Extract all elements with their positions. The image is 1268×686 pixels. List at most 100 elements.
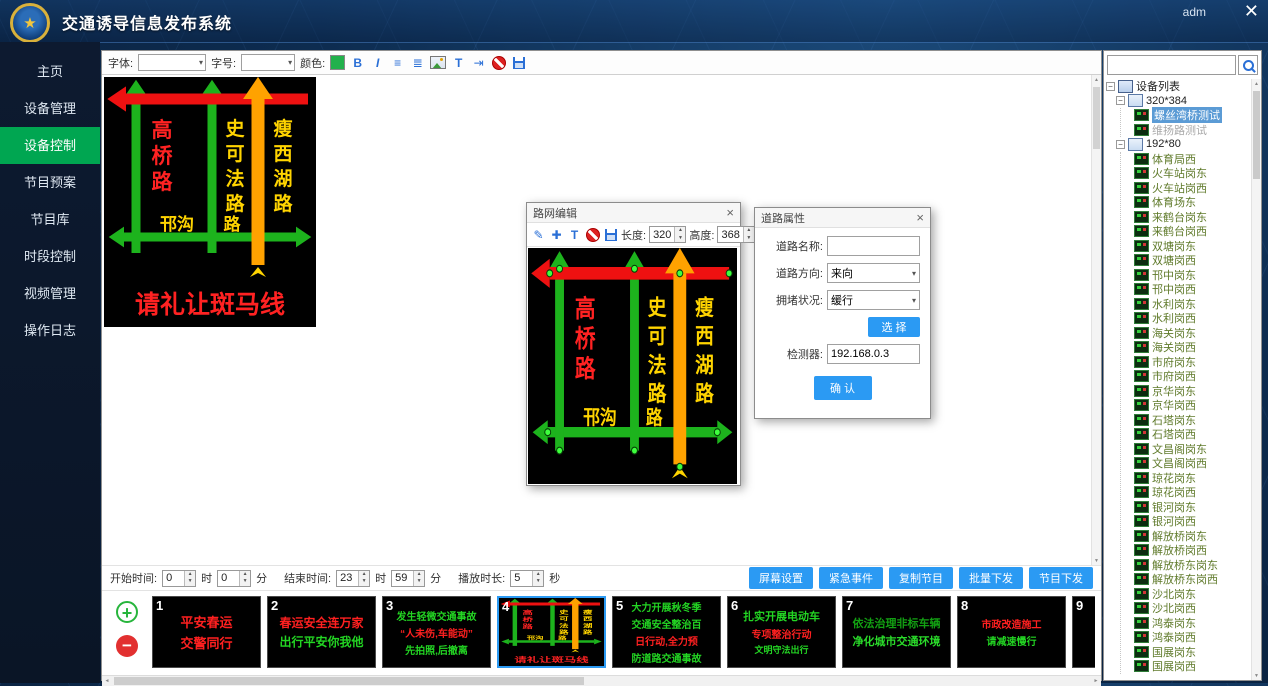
spinner-up-icon[interactable]: ▲ xyxy=(359,571,369,579)
dialog-titlebar[interactable]: 道路属性 × xyxy=(755,208,930,228)
save-icon[interactable] xyxy=(511,55,526,70)
add-program-button[interactable]: + xyxy=(116,601,138,623)
window-close-icon[interactable]: ✕ xyxy=(1244,2,1259,20)
sign-preview[interactable]: 高桥路史可法路瘦西湖路邗沟路请礼让斑马线 xyxy=(104,77,316,327)
sidebar-item-device-control[interactable]: 设备控制 xyxy=(0,127,100,164)
length-stepper[interactable]: 320 ▲▼ xyxy=(649,226,686,243)
spinner-up-icon[interactable]: ▲ xyxy=(744,227,754,235)
spinner-up-icon[interactable]: ▲ xyxy=(185,571,195,579)
tree-device-沙北岗东[interactable]: 沙北岗东 xyxy=(1134,587,1251,602)
spinner-down-icon[interactable]: ▼ xyxy=(359,578,369,586)
spinner-down-icon[interactable]: ▼ xyxy=(240,578,250,586)
horizontal-scrollbar[interactable]: ◄ ► xyxy=(102,675,1101,686)
draw-line-icon[interactable]: ✎ xyxy=(531,227,546,242)
road-editor-canvas[interactable]: 高桥路史可法路瘦西湖路邗沟路 xyxy=(528,248,737,484)
copy-program-button[interactable]: 复制节目 xyxy=(889,567,953,589)
tree-device-螺丝湾桥测试[interactable]: 螺丝湾桥测试 xyxy=(1134,108,1251,123)
spinner-up-icon[interactable]: ▲ xyxy=(675,227,685,235)
color-swatch[interactable] xyxy=(330,55,345,70)
italic-icon[interactable]: I xyxy=(370,55,385,70)
tree-device-海关岗西[interactable]: 海关岗西 xyxy=(1134,340,1251,355)
tree-device-邗中岗西[interactable]: 邗中岗西 xyxy=(1134,282,1251,297)
end-minute-stepper[interactable]: 59 ▲▼ xyxy=(391,570,425,587)
scroll-left-icon[interactable]: ◄ xyxy=(102,676,112,686)
program-thumb-3[interactable]: 发生轻微交通事故“人未伤,车能动”先拍照,后撤离3 xyxy=(382,596,491,668)
tree-device-解放桥东岗东[interactable]: 解放桥东岗东 xyxy=(1134,558,1251,573)
program-thumb-7[interactable]: 依法治理非标车辆净化城市交通环境7 xyxy=(842,596,951,668)
move-icon[interactable]: ✚ xyxy=(549,227,564,242)
tree-device-来鹤台岗西[interactable]: 来鹤台岗西 xyxy=(1134,224,1251,239)
program-thumb-2[interactable]: 春运安全连万家出行平安你我他2 xyxy=(267,596,376,668)
scrollbar-thumb[interactable] xyxy=(114,677,584,685)
tree-device-双塘岗西[interactable]: 双塘岗西 xyxy=(1134,253,1251,268)
spinner-up-icon[interactable]: ▲ xyxy=(414,571,424,579)
tree-device-京华岗西[interactable]: 京华岗西 xyxy=(1134,398,1251,413)
tree-device-火车站岗西[interactable]: 火车站岗西 xyxy=(1134,181,1251,196)
batch-send-button[interactable]: 批量下发 xyxy=(959,567,1023,589)
spinner-down-icon[interactable]: ▼ xyxy=(744,235,754,243)
tree-device-文昌阁岗西[interactable]: 文昌阁岗西 xyxy=(1134,456,1251,471)
tree-device-水利岗西[interactable]: 水利岗西 xyxy=(1134,311,1251,326)
search-button[interactable] xyxy=(1238,55,1258,75)
start-hour-stepper[interactable]: 0 ▲▼ xyxy=(162,570,196,587)
spinner-down-icon[interactable]: ▼ xyxy=(185,578,195,586)
program-thumb-9[interactable]: 9 xyxy=(1072,596,1095,668)
duration-stepper[interactable]: 5 ▲▼ xyxy=(510,570,544,587)
tree-device-银河岗西[interactable]: 银河岗西 xyxy=(1134,514,1251,529)
tree-root-row[interactable]: −设备列表 xyxy=(1106,79,1251,94)
close-icon[interactable]: × xyxy=(916,211,924,224)
sidebar-item-operation-log[interactable]: 操作日志 xyxy=(0,312,100,349)
tree-device-水利岗东[interactable]: 水利岗东 xyxy=(1134,297,1251,312)
spacing-icon[interactable]: ⇥ xyxy=(471,55,486,70)
detector-input[interactable] xyxy=(827,344,920,364)
program-thumb-1[interactable]: 平安春运交警同行1 xyxy=(152,596,261,668)
tree-group-320*384[interactable]: −320*384 xyxy=(1116,94,1251,109)
align-justify-icon[interactable]: ≣ xyxy=(410,55,425,70)
tree-device-解放桥岗东[interactable]: 解放桥岗东 xyxy=(1134,529,1251,544)
font-select[interactable]: ▾ xyxy=(138,54,206,71)
tree-device-海关岗东[interactable]: 海关岗东 xyxy=(1134,326,1251,341)
bold-icon[interactable]: B xyxy=(350,55,365,70)
scroll-down-icon[interactable]: ▼ xyxy=(1092,556,1101,565)
scroll-up-icon[interactable]: ▲ xyxy=(1092,75,1101,84)
tree-device-解放桥岗西[interactable]: 解放桥岗西 xyxy=(1134,543,1251,558)
device-search-input[interactable] xyxy=(1107,55,1236,75)
tree-toggle-icon[interactable]: − xyxy=(1116,140,1125,149)
align-left-icon[interactable]: ≡ xyxy=(390,55,405,70)
sidebar-item-device-manage[interactable]: 设备管理 xyxy=(0,90,100,127)
tree-device-石塔岗西[interactable]: 石塔岗西 xyxy=(1134,427,1251,442)
dialog-titlebar[interactable]: 路网编辑 × xyxy=(527,203,740,223)
sidebar-item-home[interactable]: 主页 xyxy=(0,53,100,90)
sidebar-item-program-library[interactable]: 节目库 xyxy=(0,201,100,238)
tree-device-解放桥东岗西[interactable]: 解放桥东岗西 xyxy=(1134,572,1251,587)
scrollbar-thumb[interactable] xyxy=(1253,91,1260,179)
spinner-up-icon[interactable]: ▲ xyxy=(533,571,543,579)
spinner-down-icon[interactable]: ▼ xyxy=(533,578,543,586)
tree-device-来鹤台岗东[interactable]: 来鹤台岗东 xyxy=(1134,210,1251,225)
congestion-select[interactable]: 缓行 ▾ xyxy=(827,290,920,310)
font-size-select[interactable]: ▾ xyxy=(241,54,295,71)
tree-device-琼花岗东[interactable]: 琼花岗东 xyxy=(1134,471,1251,486)
sidebar-item-program-plan[interactable]: 节目预案 xyxy=(0,164,100,201)
tree-device-京华岗东[interactable]: 京华岗东 xyxy=(1134,384,1251,399)
tree-device-国展岗东[interactable]: 国展岗东 xyxy=(1134,645,1251,660)
delete-icon[interactable] xyxy=(491,55,506,70)
end-hour-stepper[interactable]: 23 ▲▼ xyxy=(336,570,370,587)
scroll-up-icon[interactable]: ▲ xyxy=(1252,79,1261,88)
tree-device-火车站岗东[interactable]: 火车站岗东 xyxy=(1134,166,1251,181)
tree-scrollbar[interactable]: ▲ ▼ xyxy=(1251,79,1261,680)
scrollbar-thumb[interactable] xyxy=(1093,87,1100,149)
road-name-input[interactable] xyxy=(827,236,920,256)
tree-device-体育局西[interactable]: 体育局西 xyxy=(1134,152,1251,167)
spinner-up-icon[interactable]: ▲ xyxy=(240,571,250,579)
confirm-button[interactable]: 确 认 xyxy=(814,376,872,400)
tree-device-邗中岗东[interactable]: 邗中岗东 xyxy=(1134,268,1251,283)
screen-settings-button[interactable]: 屏幕设置 xyxy=(749,567,813,589)
tree-toggle-icon[interactable]: − xyxy=(1106,82,1115,91)
tree-device-石塔岗东[interactable]: 石塔岗东 xyxy=(1134,413,1251,428)
tree-device-文昌阁岗东[interactable]: 文昌阁岗东 xyxy=(1134,442,1251,457)
tree-device-维扬路测试[interactable]: 维扬路测试 xyxy=(1134,123,1251,138)
delete-icon[interactable] xyxy=(585,227,600,242)
start-minute-stepper[interactable]: 0 ▲▼ xyxy=(217,570,251,587)
sidebar-item-time-control[interactable]: 时段控制 xyxy=(0,238,100,275)
